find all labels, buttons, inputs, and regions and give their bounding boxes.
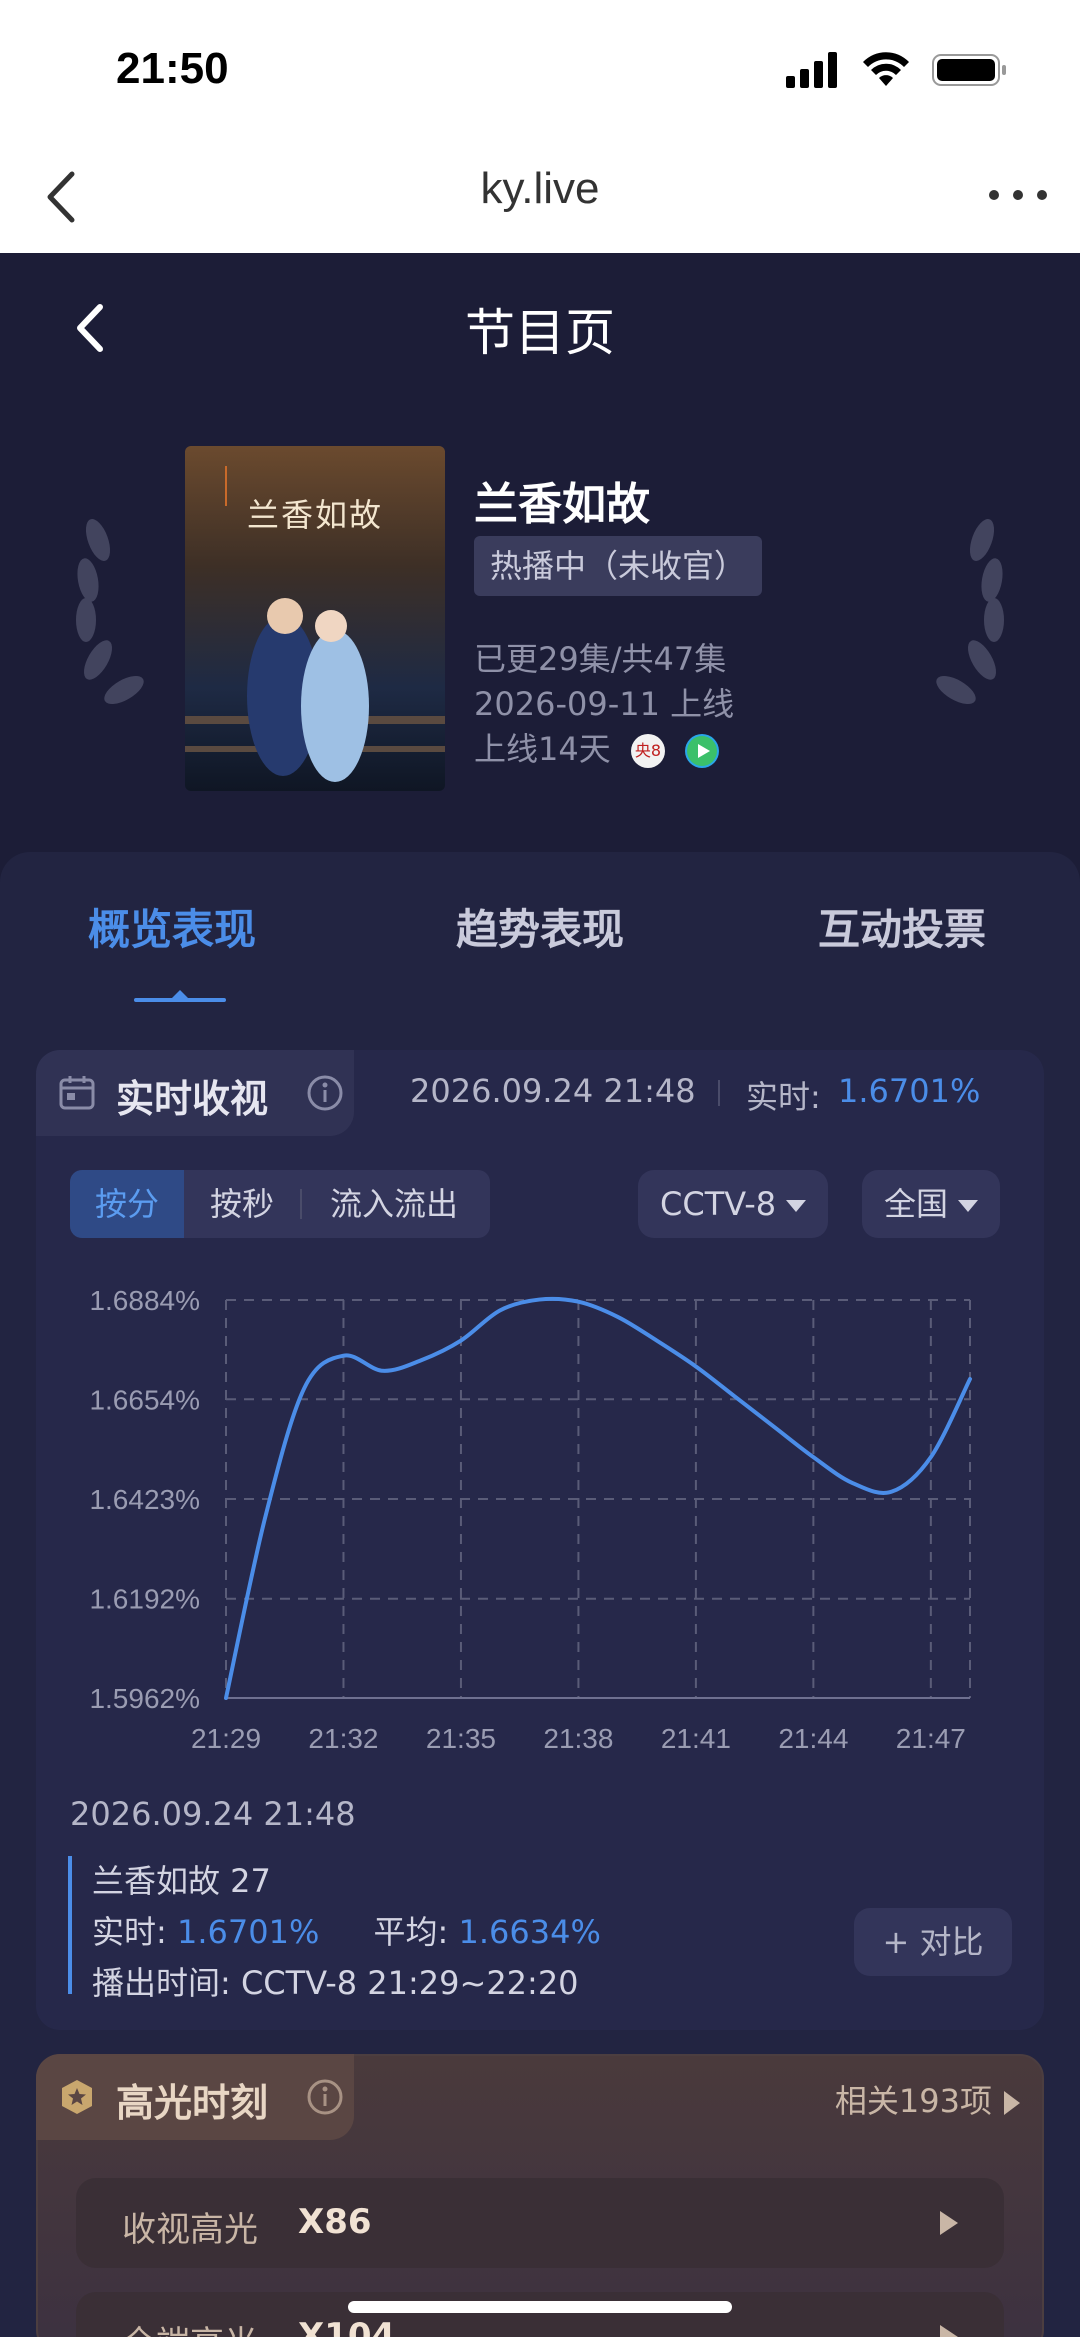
x-tick-label: 21:41 (661, 1723, 731, 1754)
app-header: 节目页 (0, 253, 1080, 393)
premiere-date: 2026-09-11 上线 (474, 685, 735, 723)
y-tick-label: 1.6884% (89, 1285, 200, 1316)
tooltip-airtime: 播出时间: CCTV-8 21:29~22:20 (92, 1964, 579, 2002)
compare-button[interactable]: + 对比 (854, 1908, 1012, 1976)
status-badge: 热播中（未收官） (474, 536, 763, 596)
poster-figures (185, 466, 445, 782)
play-icon (687, 736, 718, 766)
realtime-timestamp: 2026.09.24 21:48 (410, 1072, 696, 1110)
y-tick-label: 1.6192% (89, 1584, 200, 1615)
laurel-left-icon (76, 519, 144, 704)
highlights-header: 高光时刻 (36, 2054, 354, 2140)
highlights-related-link[interactable]: 相关193项 (835, 2076, 1020, 2122)
laurel-right-icon (936, 519, 1004, 704)
highlight-label: 收视高光 (122, 2210, 258, 2250)
show-title: 兰香如故 (474, 479, 650, 530)
highlight-value: X104 (298, 2316, 396, 2337)
calendar-icon (59, 1076, 95, 1110)
x-tick-label: 21:38 (543, 1723, 613, 1754)
chevron-down-icon (958, 1200, 979, 1212)
highlight-value: X86 (298, 2202, 372, 2242)
browser-header: ky.live (0, 140, 1080, 253)
tooltip-now-value: 1.6701% (176, 1913, 320, 1951)
info-icon[interactable] (306, 1074, 344, 1112)
show-poster[interactable]: 兰香如故 (185, 446, 445, 791)
highlight-row[interactable]: 收视高光 X86 (76, 2178, 1004, 2268)
episodes-info: 已更29集/共47集 (474, 640, 727, 678)
x-tick-label: 21:35 (426, 1723, 496, 1754)
page-title: 节目页 (465, 304, 615, 362)
tooltip-program: 兰香如故 27 (92, 1862, 271, 1900)
segment-by-second[interactable]: 按秒 (184, 1170, 300, 1238)
days-online-row: 上线14天 央8 (474, 724, 720, 770)
region-value: 全国 (884, 1185, 949, 1223)
info-icon[interactable] (306, 2078, 344, 2116)
realtime-now-label: 实时: (746, 1078, 821, 1116)
chevron-down-icon (786, 1200, 807, 1212)
divider (718, 1080, 720, 1106)
tab-overview[interactable]: 概览表现 (88, 896, 256, 957)
browser-url-title: ky.live (480, 164, 600, 213)
x-tick-label: 21:32 (308, 1723, 378, 1754)
granularity-segment: 按分 按秒 流入流出 (70, 1170, 490, 1238)
tab-vote[interactable]: 互动投票 (818, 896, 986, 957)
battery-icon (932, 54, 1006, 86)
highlights-title: 高光时刻 (116, 2081, 269, 2125)
highlight-label: 全端高光 (122, 2316, 258, 2337)
wifi-icon (863, 52, 909, 86)
y-tick-label: 1.6654% (89, 1384, 200, 1415)
realtime-title: 实时收视 (116, 1077, 269, 1121)
tooltip-values: 实时: 1.6701% 平均: 1.6634% (92, 1907, 601, 1953)
tooltip-avg-value: 1.6634% (458, 1913, 601, 1951)
days-online: 上线14天 (474, 730, 611, 768)
status-bar: 21:50 (0, 0, 1080, 140)
star-badge-icon (62, 2080, 92, 2114)
play-arrow-icon (940, 2211, 958, 2235)
y-tick-label: 1.6423% (89, 1484, 200, 1515)
x-tick-label: 21:47 (896, 1723, 966, 1754)
more-icon[interactable] (984, 170, 1052, 220)
y-tick-label: 1.5962% (89, 1683, 200, 1714)
region-dropdown[interactable]: 全国 (862, 1170, 1001, 1238)
play-arrow-icon (1004, 2091, 1020, 2115)
play-arrow-icon (940, 2325, 958, 2337)
tooltip-avg-label: 平均: (373, 1913, 449, 1951)
segment-by-minute[interactable]: 按分 (70, 1170, 184, 1238)
realtime-header: 实时收视 (36, 1050, 354, 1136)
tooltip-marker (68, 1856, 72, 1994)
status-time: 21:50 (116, 44, 229, 93)
realtime-now-value: 1.6701% (838, 1072, 981, 1110)
tab-indicator (134, 990, 226, 1002)
play-platform-icon (685, 734, 720, 768)
tooltip-time: 2026.09.24 21:48 (70, 1795, 356, 1833)
signal-icon (786, 52, 837, 88)
segment-flow[interactable]: 流入流出 (302, 1170, 486, 1238)
ratings-line-chart[interactable]: 1.6884% 1.6654% 1.6423% 1.6192% 1.5962% 21:29… (40, 1270, 1000, 1760)
highlights-related-count: 相关193项 (834, 2082, 992, 2120)
highlight-row[interactable]: 全端高光 X104 (76, 2292, 1004, 2337)
x-tick-label: 21:44 (778, 1723, 848, 1754)
channel-value: CCTV-8 (660, 1185, 777, 1223)
tab-trend[interactable]: 趋势表现 (456, 896, 624, 957)
channel-dropdown[interactable]: CCTV-8 (638, 1170, 829, 1238)
status-icons (786, 52, 1008, 88)
cctv8-channel-icon: 央8 (630, 734, 665, 768)
tab-bar: 概览表现 趋势表现 互动投票 (0, 852, 1080, 1002)
tooltip-now-label: 实时: (92, 1913, 167, 1951)
home-indicator (348, 2301, 732, 2313)
x-tick-label: 21:29 (191, 1723, 261, 1754)
